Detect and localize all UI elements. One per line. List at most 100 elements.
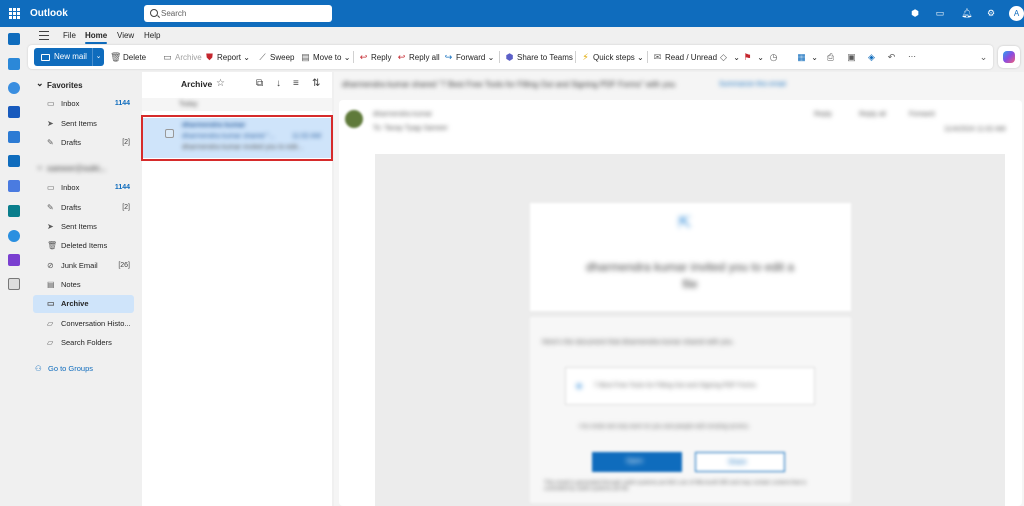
open-label: Open bbox=[626, 458, 644, 465]
reading-pane: dharmendra kumar shared "7 Best Free Too… bbox=[334, 72, 1024, 506]
email-footer: This email is generated through sukht sy… bbox=[544, 480, 807, 492]
hamburger-icon[interactable] bbox=[39, 31, 49, 40]
avatar[interactable]: A bbox=[1009, 6, 1024, 21]
mail-app-icon[interactable] bbox=[8, 33, 20, 45]
email-date: 11/4/2024 11:02 AM bbox=[944, 126, 1006, 133]
sort-icon[interactable]: ⇅ bbox=[312, 78, 320, 89]
forward-action[interactable]: Forward bbox=[909, 111, 935, 118]
go-to-groups-link[interactable]: ⚇ Go to Groups bbox=[35, 364, 94, 373]
org-app-icon[interactable] bbox=[8, 131, 20, 143]
favorites-header[interactable]: Favorites bbox=[34, 78, 83, 90]
snooze-button[interactable]: ◷ bbox=[768, 49, 781, 65]
folder-item-conversation-history[interactable]: ▱ Conversation Histo... bbox=[33, 315, 134, 333]
print-button[interactable]: ⎙ bbox=[825, 49, 838, 65]
folder-item-archive[interactable]: ▭ Archive bbox=[33, 295, 134, 313]
recipients: To: Tanay Tyagi Sameer bbox=[373, 125, 448, 132]
folder-item-notes[interactable]: ▤ Notes bbox=[33, 276, 134, 294]
list-group-header[interactable]: Today bbox=[142, 98, 332, 111]
report-button[interactable]: ⛊ Report ⌄ bbox=[204, 49, 250, 65]
reply-action[interactable]: Reply bbox=[814, 111, 832, 118]
viva-app-icon[interactable] bbox=[8, 254, 20, 266]
copilot-button[interactable] bbox=[998, 46, 1020, 68]
account-header[interactable]: sameer@sukt... bbox=[34, 161, 106, 173]
folder-item-drafts[interactable]: ✎ Drafts [2] bbox=[33, 199, 134, 217]
tab-file[interactable]: File bbox=[63, 31, 76, 40]
move-to-button[interactable]: ▤ Move to ⌄ bbox=[300, 49, 350, 65]
go-to-groups-label: Go to Groups bbox=[48, 364, 94, 373]
tab-view[interactable]: View bbox=[117, 31, 134, 40]
apps-button[interactable]: ◈ bbox=[866, 49, 879, 65]
sender-name[interactable]: dharmendra kumar bbox=[373, 111, 432, 118]
folder-item-favorites-sent[interactable]: ➤ Sent Items bbox=[33, 115, 134, 133]
reply-all-action[interactable]: Reply all bbox=[859, 111, 886, 118]
reply-all-button[interactable]: ↩ Reply all bbox=[396, 49, 440, 65]
sort-down-icon[interactable]: ↓ bbox=[276, 78, 281, 89]
flag-button[interactable]: ⚑ ⌄ bbox=[742, 49, 763, 65]
star-icon[interactable]: ☆ bbox=[216, 78, 225, 89]
selection-highlight bbox=[141, 115, 333, 161]
undo-button[interactable]: ↶ bbox=[886, 49, 899, 65]
bell-icon[interactable]: 🔔︎ bbox=[961, 8, 972, 18]
list-title: Archive bbox=[181, 79, 213, 89]
folder-item-junk[interactable]: ⊘ Junk Email [26] bbox=[33, 257, 134, 275]
folder-item-favorites-drafts[interactable]: ✎ Drafts [2] bbox=[33, 134, 134, 152]
folder-label: Notes bbox=[61, 280, 81, 289]
top-bar: Outlook Search ⬢ ▭ 🔔︎ ⚙ A bbox=[0, 0, 1024, 27]
rules-button[interactable]: ▦ ⌄ bbox=[796, 49, 818, 65]
app-launcher-icon[interactable] bbox=[9, 8, 20, 19]
new-mail-button[interactable]: New mail ⌄ bbox=[34, 48, 104, 66]
file-box[interactable]: ◉ 7 Best Free Tools for Filling Out and … bbox=[565, 367, 815, 405]
folder-item-search-folders[interactable]: ▱ Search Folders bbox=[33, 334, 134, 352]
more-options-button[interactable]: ··· bbox=[908, 49, 916, 65]
folder-item-deleted[interactable]: 🗑︎ Deleted Items bbox=[33, 237, 134, 255]
gear-icon[interactable]: ⚙ bbox=[986, 8, 996, 18]
trash-icon: 🗑︎ bbox=[110, 52, 122, 62]
immersive-reader-button[interactable]: ▣ bbox=[846, 49, 859, 65]
unread-count: 1144 bbox=[114, 184, 130, 191]
chevron-down-icon[interactable]: ⌄ bbox=[92, 48, 104, 66]
people-app-icon[interactable] bbox=[8, 82, 20, 94]
folder-item-sent[interactable]: ➤ Sent Items bbox=[33, 218, 134, 236]
quick-steps-button[interactable]: ⚡︎ Quick steps ⌄ bbox=[580, 49, 643, 65]
app-title: Outlook bbox=[30, 8, 68, 19]
divider bbox=[353, 51, 354, 63]
reply-button[interactable]: ↩ Reply bbox=[358, 49, 392, 65]
inbox-icon: ▭ bbox=[47, 99, 55, 108]
tab-home[interactable]: Home bbox=[85, 31, 108, 44]
todo-app-icon[interactable] bbox=[8, 106, 20, 118]
tag-button[interactable]: ◇ ⌄ bbox=[718, 49, 740, 65]
teams-icon[interactable]: ⬢ bbox=[910, 8, 920, 18]
share-button[interactable]: Share bbox=[695, 452, 785, 472]
search-box[interactable]: Search bbox=[144, 5, 332, 22]
open-button[interactable]: Open bbox=[592, 452, 682, 472]
ribbon-collapse-button[interactable]: ⌄ bbox=[978, 49, 991, 65]
delete-button[interactable]: 🗑︎ Delete bbox=[110, 49, 146, 65]
forward-label: Forward bbox=[456, 53, 486, 62]
read-unread-label: Read / Unread bbox=[665, 53, 718, 62]
onedrive-app-icon[interactable] bbox=[8, 230, 20, 242]
whiteboard-icon[interactable]: ▭ bbox=[935, 8, 945, 18]
read-unread-button[interactable]: ✉ Read / Unread bbox=[652, 49, 717, 65]
select-icon[interactable]: ⧉ bbox=[256, 78, 263, 89]
more-apps-icon[interactable] bbox=[8, 278, 20, 290]
forward-button[interactable]: ↪ Forward ⌄ bbox=[443, 49, 495, 65]
sweep-label: Sweep bbox=[270, 53, 295, 62]
invite-title: dharmendra kumar invited you to edit a f… bbox=[585, 260, 795, 291]
junk-count: [26] bbox=[118, 262, 130, 269]
sweep-button[interactable]: ⟋ Sweep bbox=[257, 49, 294, 65]
archive-button[interactable]: ▭ Archive bbox=[162, 49, 201, 65]
more-label: ··· bbox=[908, 52, 916, 61]
store-app-icon[interactable] bbox=[8, 155, 20, 167]
word-app-icon[interactable] bbox=[8, 205, 20, 217]
inbox-icon: ▭ bbox=[47, 183, 55, 192]
folder-item-inbox[interactable]: ▭ Inbox 1144 bbox=[33, 179, 134, 197]
share-to-teams-button[interactable]: ⬢ Share to Teams bbox=[504, 49, 573, 65]
filter-icon[interactable]: ≡ bbox=[293, 78, 299, 89]
tab-help[interactable]: Help bbox=[144, 31, 160, 40]
calendar-app-icon[interactable] bbox=[8, 58, 20, 70]
envelope-icon bbox=[41, 54, 50, 61]
pencil-icon: ✎ bbox=[47, 138, 54, 147]
summarize-button[interactable]: Summarize this email bbox=[719, 81, 786, 88]
copilot-app-icon[interactable] bbox=[8, 180, 20, 192]
folder-item-favorites-inbox[interactable]: ▭ Inbox 1144 bbox=[33, 95, 134, 113]
